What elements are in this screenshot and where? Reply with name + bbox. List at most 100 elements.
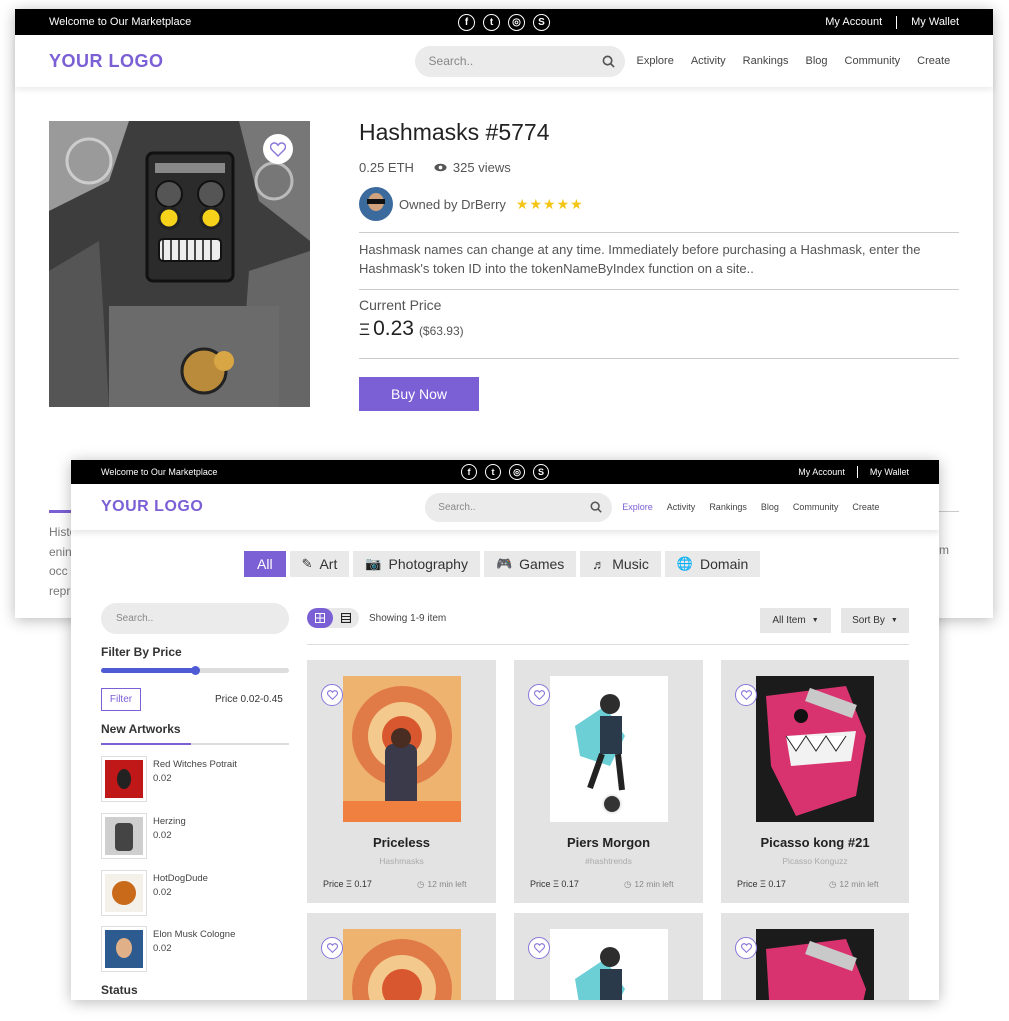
tab-art[interactable]: ✎ Art bbox=[289, 551, 350, 577]
nft-card-image bbox=[756, 929, 874, 1000]
site-logo[interactable]: YOUR LOGO bbox=[49, 51, 164, 72]
owner-avatar[interactable] bbox=[359, 187, 393, 221]
camera-icon: 📷 bbox=[365, 556, 382, 571]
caret-down-icon: ▼ bbox=[811, 617, 819, 624]
my-wallet-link[interactable]: My Wallet bbox=[911, 16, 959, 28]
showing-text: Showing 1-9 item bbox=[369, 612, 447, 624]
status-title: Status bbox=[101, 983, 138, 997]
favorite-heart-icon[interactable] bbox=[321, 684, 343, 706]
artwork-name: Elon Musk Cologne bbox=[153, 929, 236, 940]
stats-row: 0.25 ETH 325 views bbox=[359, 160, 959, 175]
nav-explore[interactable]: Explore bbox=[622, 502, 653, 512]
filter-title: Filter By Price bbox=[101, 645, 182, 659]
tab-games[interactable]: 🎮 Games bbox=[483, 551, 577, 577]
skype-icon[interactable]: S bbox=[533, 464, 549, 480]
artwork-list-item[interactable]: Elon Musk Cologne 0.02 bbox=[101, 926, 235, 972]
tab-music[interactable]: ♬ Music bbox=[580, 551, 661, 577]
skype-icon[interactable]: S bbox=[533, 13, 550, 31]
search-placeholder: Search.. bbox=[438, 501, 476, 513]
sidebar-search-input[interactable]: Search.. bbox=[101, 603, 289, 634]
clock-icon: ◷ bbox=[624, 879, 632, 889]
search-input[interactable]: Search.. bbox=[425, 492, 613, 522]
owned-by-text[interactable]: Owned by DrBerry bbox=[399, 197, 506, 212]
buy-now-button[interactable]: Buy Now bbox=[359, 377, 479, 411]
twitter-icon[interactable]: t bbox=[483, 13, 500, 31]
my-account-link[interactable]: My Account bbox=[798, 467, 845, 477]
nav-blog[interactable]: Blog bbox=[806, 55, 828, 67]
divider bbox=[101, 743, 289, 745]
search-icon[interactable] bbox=[602, 55, 615, 68]
artwork-list-item[interactable]: HotDogDude 0.02 bbox=[101, 870, 208, 916]
favorite-heart-icon[interactable] bbox=[528, 684, 550, 706]
current-price-row: Ξ 0.23 ($63.93) bbox=[359, 317, 959, 341]
nav-activity[interactable]: Activity bbox=[691, 55, 726, 67]
tab-photography[interactable]: 📷 Photography bbox=[353, 551, 480, 577]
favorite-heart-icon[interactable] bbox=[263, 134, 293, 164]
search-placeholder: Search.. bbox=[428, 54, 474, 68]
nft-description: Hashmask names can change at any time. I… bbox=[359, 242, 921, 276]
art-icon: ✎ bbox=[301, 556, 313, 571]
all-item-dropdown[interactable]: All Item ▼ bbox=[760, 608, 831, 633]
nft-card[interactable] bbox=[721, 913, 909, 1000]
favorite-heart-icon[interactable] bbox=[528, 937, 550, 959]
nft-card[interactable] bbox=[307, 913, 496, 1000]
artwork-thumbnail bbox=[101, 926, 147, 972]
price-eth: 0.25 ETH bbox=[359, 160, 414, 175]
price-slider[interactable] bbox=[101, 666, 289, 675]
slider-handle[interactable] bbox=[191, 666, 200, 675]
nft-info-panel: Hashmasks #5774 0.25 ETH 325 views Owned… bbox=[359, 119, 959, 411]
divider bbox=[307, 644, 909, 645]
nft-card[interactable]: Priceless Hashmasks Price Ξ 0.17 ◷ 12 min… bbox=[307, 660, 496, 903]
nav-rankings[interactable]: Rankings bbox=[743, 55, 789, 67]
artwork-price: 0.02 bbox=[153, 830, 172, 841]
nav-activity[interactable]: Activity bbox=[667, 502, 696, 512]
divider bbox=[896, 15, 898, 29]
nft-card[interactable]: Piers Morgon #hashtrends Price Ξ 0.17 ◷ 1… bbox=[514, 660, 703, 903]
favorite-heart-icon[interactable] bbox=[321, 937, 343, 959]
main-navbar: YOUR LOGO Search.. Explore Activity Rank… bbox=[71, 484, 939, 530]
nft-card[interactable] bbox=[514, 913, 703, 1000]
favorite-heart-icon[interactable] bbox=[735, 684, 757, 706]
artwork-price: 0.02 bbox=[153, 943, 172, 954]
filter-button[interactable]: Filter bbox=[101, 688, 141, 711]
list-view-icon[interactable] bbox=[333, 608, 359, 628]
nft-card-title: Picasso kong #21 bbox=[760, 835, 870, 850]
clock-icon: ◷ bbox=[829, 879, 837, 889]
sort-by-dropdown[interactable]: Sort By ▼ bbox=[841, 608, 909, 633]
nft-card-collection: #hashtrends bbox=[585, 856, 632, 866]
nav-community[interactable]: Community bbox=[793, 502, 839, 512]
main-navbar: YOUR LOGO Search.. Explore Activity Rank… bbox=[15, 35, 993, 87]
tab-all[interactable]: All bbox=[244, 551, 286, 577]
nav-create[interactable]: Create bbox=[917, 55, 950, 67]
artwork-list-item[interactable]: Herzing 0.02 bbox=[101, 813, 186, 859]
my-wallet-link[interactable]: My Wallet bbox=[870, 467, 909, 477]
search-icon[interactable] bbox=[590, 501, 602, 513]
facebook-icon[interactable]: f bbox=[458, 13, 475, 31]
nft-card-title: Priceless bbox=[372, 835, 431, 850]
owner-row: Owned by DrBerry ★★★★★ bbox=[359, 187, 959, 221]
gamepad-icon: 🎮 bbox=[495, 556, 513, 571]
nav-community[interactable]: Community bbox=[845, 55, 901, 67]
favorite-heart-icon[interactable] bbox=[735, 937, 757, 959]
artwork-price: 0.02 bbox=[153, 887, 172, 898]
nav-rankings[interactable]: Rankings bbox=[709, 502, 747, 512]
my-account-link[interactable]: My Account bbox=[825, 16, 882, 28]
nft-card-image bbox=[343, 929, 461, 1000]
instagram-icon[interactable]: ◎ bbox=[508, 13, 525, 31]
nft-card-image bbox=[550, 929, 668, 1000]
nav-blog[interactable]: Blog bbox=[761, 502, 779, 512]
site-logo[interactable]: YOUR LOGO bbox=[101, 498, 203, 516]
views-count: 325 views bbox=[452, 160, 511, 175]
nav-explore[interactable]: Explore bbox=[637, 55, 674, 67]
new-artworks-title: New Artworks bbox=[101, 722, 181, 736]
artwork-list-item[interactable]: Red Witches Potrait 0.02 bbox=[101, 756, 237, 802]
grid-view-icon[interactable] bbox=[307, 608, 333, 628]
twitter-icon[interactable]: t bbox=[485, 464, 501, 480]
nav-create[interactable]: Create bbox=[852, 502, 879, 512]
nft-card-price: Price Ξ 0.17 bbox=[737, 879, 786, 889]
instagram-icon[interactable]: ◎ bbox=[509, 464, 525, 480]
nft-card[interactable]: Picasso kong #21 Picasso Konguzz Price Ξ… bbox=[721, 660, 909, 903]
search-input[interactable]: Search.. bbox=[414, 45, 625, 77]
facebook-icon[interactable]: f bbox=[461, 464, 477, 480]
tab-domain[interactable]: 🌐 Domain bbox=[664, 551, 761, 577]
